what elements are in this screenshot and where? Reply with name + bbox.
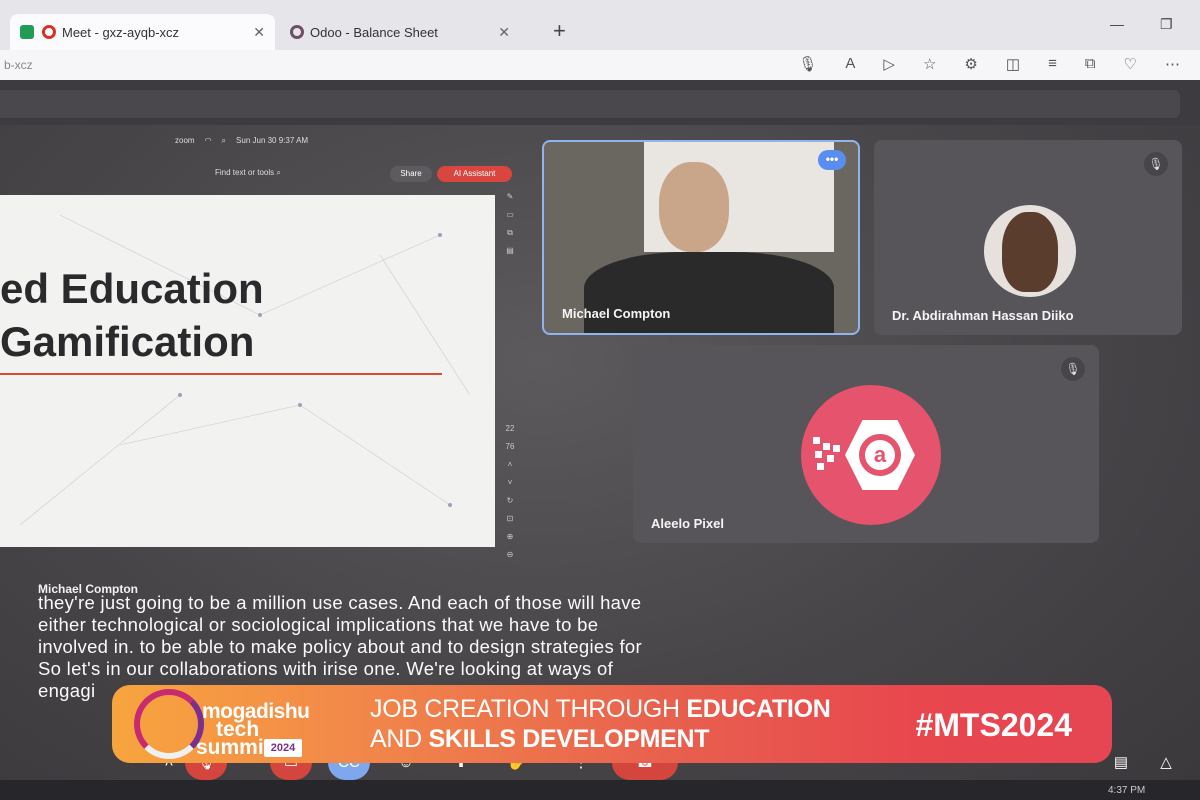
pages-icon: ▤ (506, 246, 514, 255)
mic-off-icon: 🎙 (1061, 357, 1085, 381)
banner-tagline-line2: AND SKILLS DEVELOPMENT (370, 725, 710, 753)
slide-tool-column: ✎ ▭ ⧉ ▤ 22 76 ˄ ˅ ↻ ⊡ ⊕ ⊖ (502, 192, 518, 559)
letter-a-icon: a (859, 434, 901, 476)
rotate-icon: ↻ (506, 496, 514, 505)
meet-icon (20, 25, 34, 39)
more-options-icon[interactable]: ••• (818, 150, 846, 170)
collections-icon[interactable]: ⧉ (1085, 55, 1096, 73)
edit-icon: ✎ (506, 192, 514, 201)
ai-assistant-button: AI Assistant (437, 166, 512, 182)
zoom-label: zoom (175, 136, 195, 145)
more-menu-icon[interactable]: ⋯ (1165, 55, 1180, 73)
close-tab-icon[interactable]: ✕ (253, 24, 265, 41)
participant-name: Michael Compton (562, 306, 671, 321)
minimize-icon[interactable]: — (1110, 16, 1124, 32)
search-icon: ⌕ (221, 136, 227, 145)
tab-meet[interactable]: Meet - gxz-ayqb-xcz ✕ (10, 14, 275, 50)
participant-tile-abdirahman[interactable]: 🎙 Dr. Abdirahman Hassan Diiko (874, 140, 1182, 335)
page-current: 22 (505, 424, 515, 433)
tab-label: Odoo - Balance Sheet (310, 24, 438, 40)
url-text: b-xcz (4, 58, 33, 72)
read-aloud-icon[interactable]: A (845, 55, 855, 73)
logo-text-line3: summit (196, 736, 271, 759)
find-tools-input: Find text or tools ⌕ (215, 168, 281, 177)
video-icon[interactable]: ▷ (883, 55, 895, 73)
recording-icon (42, 25, 56, 39)
speaker-face (659, 162, 729, 252)
caption-line: So let's in our collaborations with iris… (38, 658, 614, 679)
clock-text: 4:37 PM (1108, 785, 1146, 796)
summit-logo-icon (134, 689, 204, 759)
favorites-icon[interactable]: ≡ (1048, 55, 1057, 73)
speaker-body (584, 252, 834, 333)
slide-title-line2: Gamification (0, 318, 255, 365)
slide-title-line1: ed Education (0, 265, 264, 312)
summit-banner: mogadishu tech summit 2024 JOB CREATION … (112, 685, 1112, 763)
participant-name: Aleelo Pixel (651, 516, 724, 531)
presentation-slide: ed Education Gamification (0, 195, 495, 547)
event-hashtag: #MTS2024 (915, 707, 1072, 743)
participant-tile-aleelo-pixel[interactable]: 🎙 a Aleelo Pixel (633, 345, 1099, 543)
pixel-dots-icon (813, 437, 843, 473)
tab-odoo[interactable]: Odoo - Balance Sheet ✕ (280, 14, 520, 50)
comment-icon: ▭ (506, 210, 514, 219)
mic-off-icon: 🎙 (1144, 152, 1168, 176)
close-tab-icon[interactable]: ✕ (498, 24, 510, 41)
microphone-icon[interactable]: 🎙 (798, 55, 817, 73)
address-bar[interactable]: b-xcz 🎙 A ▷ ☆ ⚙ ◫ ≡ ⧉ ♡ ⋯ (0, 50, 1200, 80)
avatar-photo (1002, 212, 1058, 292)
caption-line: involved in. to be able to make policy a… (38, 636, 642, 657)
odoo-icon (290, 25, 304, 39)
participant-name: Dr. Abdirahman Hassan Diiko (892, 308, 1074, 323)
activities-icon[interactable]: △ (1145, 745, 1187, 780)
extensions-icon[interactable]: ⚙ (964, 55, 977, 73)
split-screen-icon[interactable]: ◫ (1006, 55, 1020, 73)
new-tab-button[interactable]: + (553, 18, 566, 44)
meet-top-bar (0, 80, 1200, 125)
browser-tab-strip: Meet - gxz-ayqb-xcz ✕ Odoo - Balance She… (0, 0, 1200, 50)
participant-tile-michael-compton[interactable]: ••• Michael Compton (542, 140, 860, 335)
chevron-down-icon: ˅ (507, 478, 513, 487)
os-taskbar: 4:37 PM (0, 780, 1200, 800)
tab-label: Meet - gxz-ayqb-xcz (62, 24, 180, 40)
wifi-icon: ◠ (204, 136, 212, 145)
meet-info-bar (0, 90, 1180, 118)
slide-divider (0, 373, 442, 375)
logo-year-badge: 2024 (264, 739, 302, 757)
zoom-out-icon: ⊖ (506, 550, 514, 559)
clock-text: Sun Jun 30 9:37 AM (236, 136, 309, 145)
network-pattern (19, 214, 471, 526)
page-total: 76 (505, 442, 515, 451)
favorite-star-icon[interactable]: ☆ (923, 55, 936, 73)
share-button: Share (390, 166, 432, 182)
copy-icon: ⧉ (507, 228, 513, 237)
zoom-in-icon: ⊕ (506, 532, 514, 541)
caption-line: either technological or sociological imp… (38, 614, 599, 635)
shared-screen-toolbar: zoom ◠ ⌕ Sun Jun 30 9:37 AM Find text or… (165, 130, 525, 190)
caption-line: they're just going to be a million use c… (38, 592, 642, 613)
health-icon[interactable]: ♡ (1124, 55, 1137, 73)
fit-icon: ⊡ (506, 514, 514, 523)
restore-icon[interactable]: ❐ (1160, 16, 1173, 33)
chevron-up-icon: ˄ (507, 460, 513, 469)
banner-tagline-line1: JOB CREATION THROUGH EDUCATION (370, 695, 831, 723)
